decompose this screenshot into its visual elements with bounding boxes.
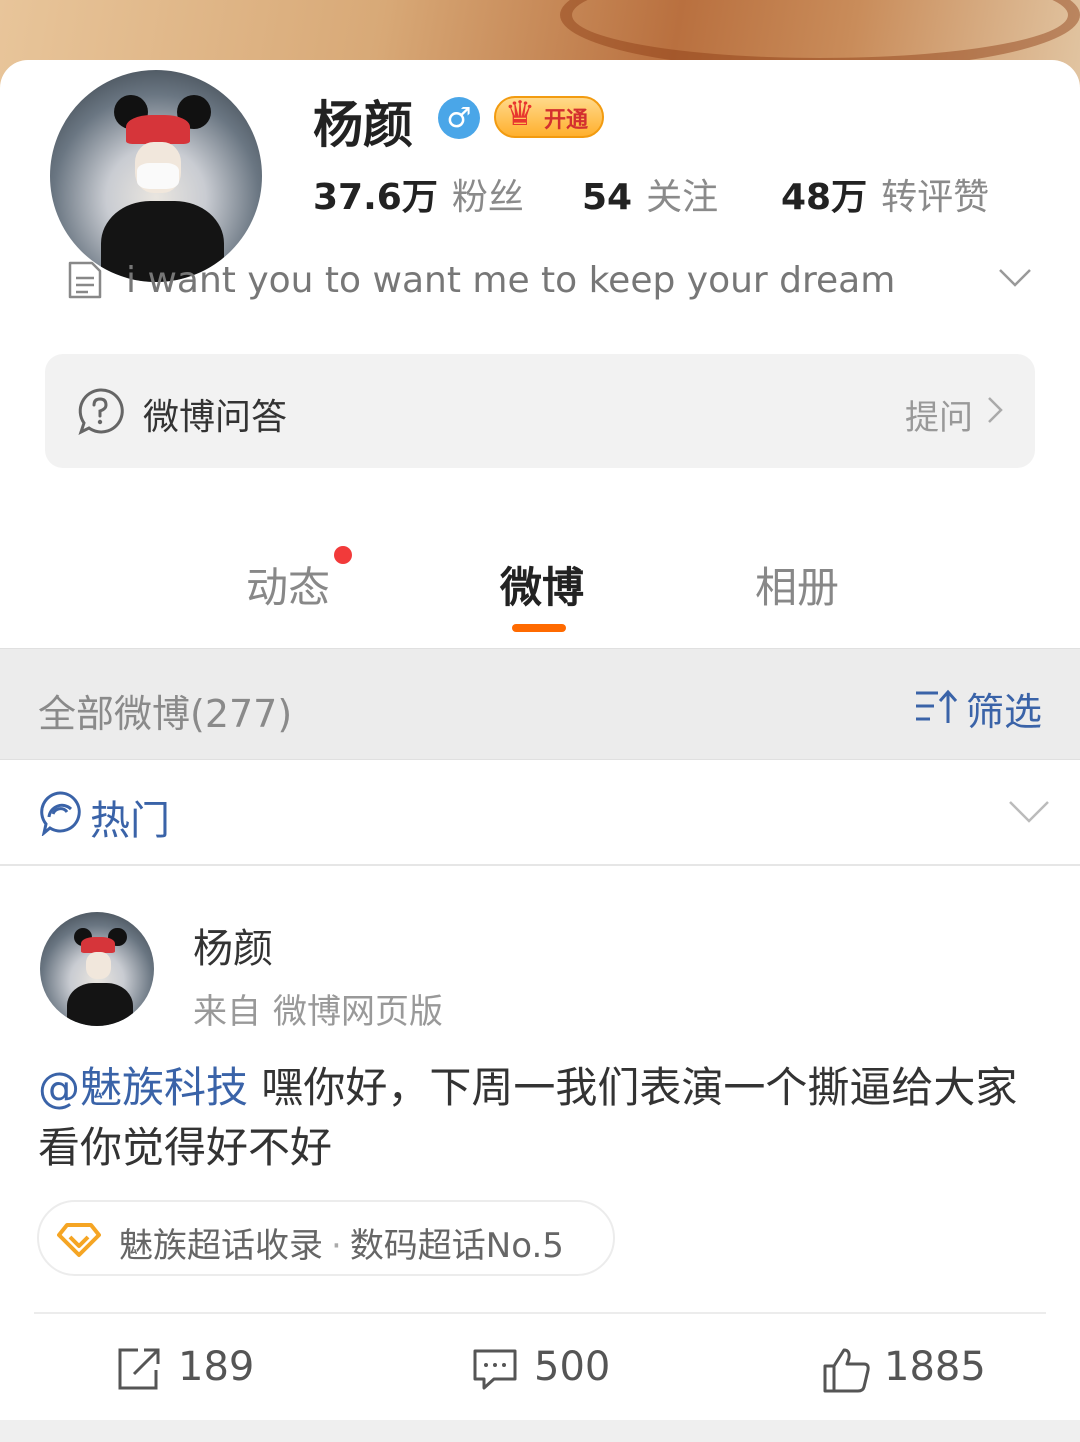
hot-label: 热门 <box>90 798 170 844</box>
vip-open-label: 开通 <box>544 108 589 133</box>
active-tab-indicator <box>512 624 566 632</box>
following-label: 关注 <box>646 177 719 218</box>
post-author-name[interactable]: 杨颜 <box>193 916 273 974</box>
post-actions: 189 500 1885 <box>0 1340 1080 1400</box>
avatar-hat <box>126 114 190 145</box>
post-author-avatar[interactable] <box>40 912 154 1026</box>
tab-album[interactable]: 相册 <box>755 554 839 615</box>
ask-question-button[interactable]: 提问 <box>905 390 973 439</box>
post-source-name: 微博网页版 <box>273 992 443 1032</box>
repost-count: 189 <box>178 1344 255 1390</box>
notification-dot <box>334 546 352 564</box>
weibo-qa-card[interactable]: 微博问答 提问 <box>45 354 1035 468</box>
vip-open-badge[interactable]: ♛ 开通 <box>494 94 604 138</box>
chevron-right-icon <box>988 397 1003 423</box>
repost-icon <box>118 1348 160 1390</box>
tab-activity[interactable]: 动态 <box>246 554 330 615</box>
super-topic-name: 魅族超话收录 <box>119 1226 323 1266</box>
chevron-down-icon[interactable] <box>998 266 1032 290</box>
comment-icon <box>473 1349 517 1390</box>
interactions-count: 48万 <box>781 177 868 218</box>
mention-link[interactable]: @魅族科技 <box>38 1063 248 1112</box>
interactions-stat[interactable]: 48万 转评赞 <box>781 168 989 220</box>
hot-sort-row[interactable]: 热门 <box>0 760 1080 866</box>
fans-count: 37.6万 <box>313 177 438 218</box>
super-topic-text: 魅族超话收录 · 数码超话No.5 <box>119 1218 564 1267</box>
all-weibo-count[interactable]: 全部微博(277) <box>38 683 292 738</box>
male-gender-icon: ♂ <box>438 97 480 139</box>
post-source: 来自 微博网页版 <box>193 984 443 1033</box>
post-source-prefix: 来自 <box>193 992 261 1032</box>
avatar-hat <box>81 937 116 954</box>
profile-username: 杨颜 <box>313 96 413 154</box>
post-divider <box>34 1312 1046 1314</box>
super-topic-rank: 数码超话No.5 <box>349 1226 564 1266</box>
following-stat[interactable]: 54 关注 <box>582 168 718 220</box>
interactions-label: 转评赞 <box>881 177 990 218</box>
comment-count: 500 <box>534 1344 611 1390</box>
filter-sort-icon[interactable] <box>914 687 960 725</box>
thumbs-up-icon <box>823 1348 870 1393</box>
like-count: 1885 <box>884 1344 986 1390</box>
filter-button[interactable]: 筛选 <box>966 681 1042 736</box>
super-topic-pill[interactable]: 魅族超话收录 · 数码超话No.5 <box>37 1200 615 1276</box>
profile-avatar[interactable] <box>46 66 266 286</box>
topic-separator: · <box>331 1226 342 1266</box>
hot-fire-bubble-icon <box>40 791 81 836</box>
weibo-filter-bar: 全部微博(277) 筛选 <box>0 648 1080 760</box>
crown-icon: ♛ <box>504 94 536 134</box>
fans-stat[interactable]: 37.6万 粉丝 <box>313 168 524 220</box>
fans-label: 粉丝 <box>451 177 524 218</box>
feed-separator <box>0 1420 1080 1442</box>
avatar-body <box>67 982 134 1026</box>
profile-card: 杨颜 ♂ ♛ 开通 37.6万 粉丝 54 关注 48万 转评赞 i want you… <box>0 60 1080 1442</box>
tab-weibo[interactable]: 微博 <box>500 554 584 615</box>
avatar-mask <box>136 163 180 189</box>
profile-bio: i want you to want me to keep your dream <box>126 260 896 301</box>
bio-row[interactable]: i want you to want me to keep your dream <box>66 258 1046 308</box>
qa-label: 微博问答 <box>143 397 288 438</box>
chevron-down-icon[interactable] <box>1008 798 1050 826</box>
post-body: @魅族科技 嘿你好，下周一我们表演一个撕逼给大家看你觉得好不好 <box>38 1058 1048 1178</box>
document-icon <box>68 261 102 299</box>
avatar-face <box>85 951 111 980</box>
following-count: 54 <box>582 177 633 218</box>
question-bubble-icon <box>78 388 124 435</box>
diamond-icon <box>57 1223 101 1257</box>
